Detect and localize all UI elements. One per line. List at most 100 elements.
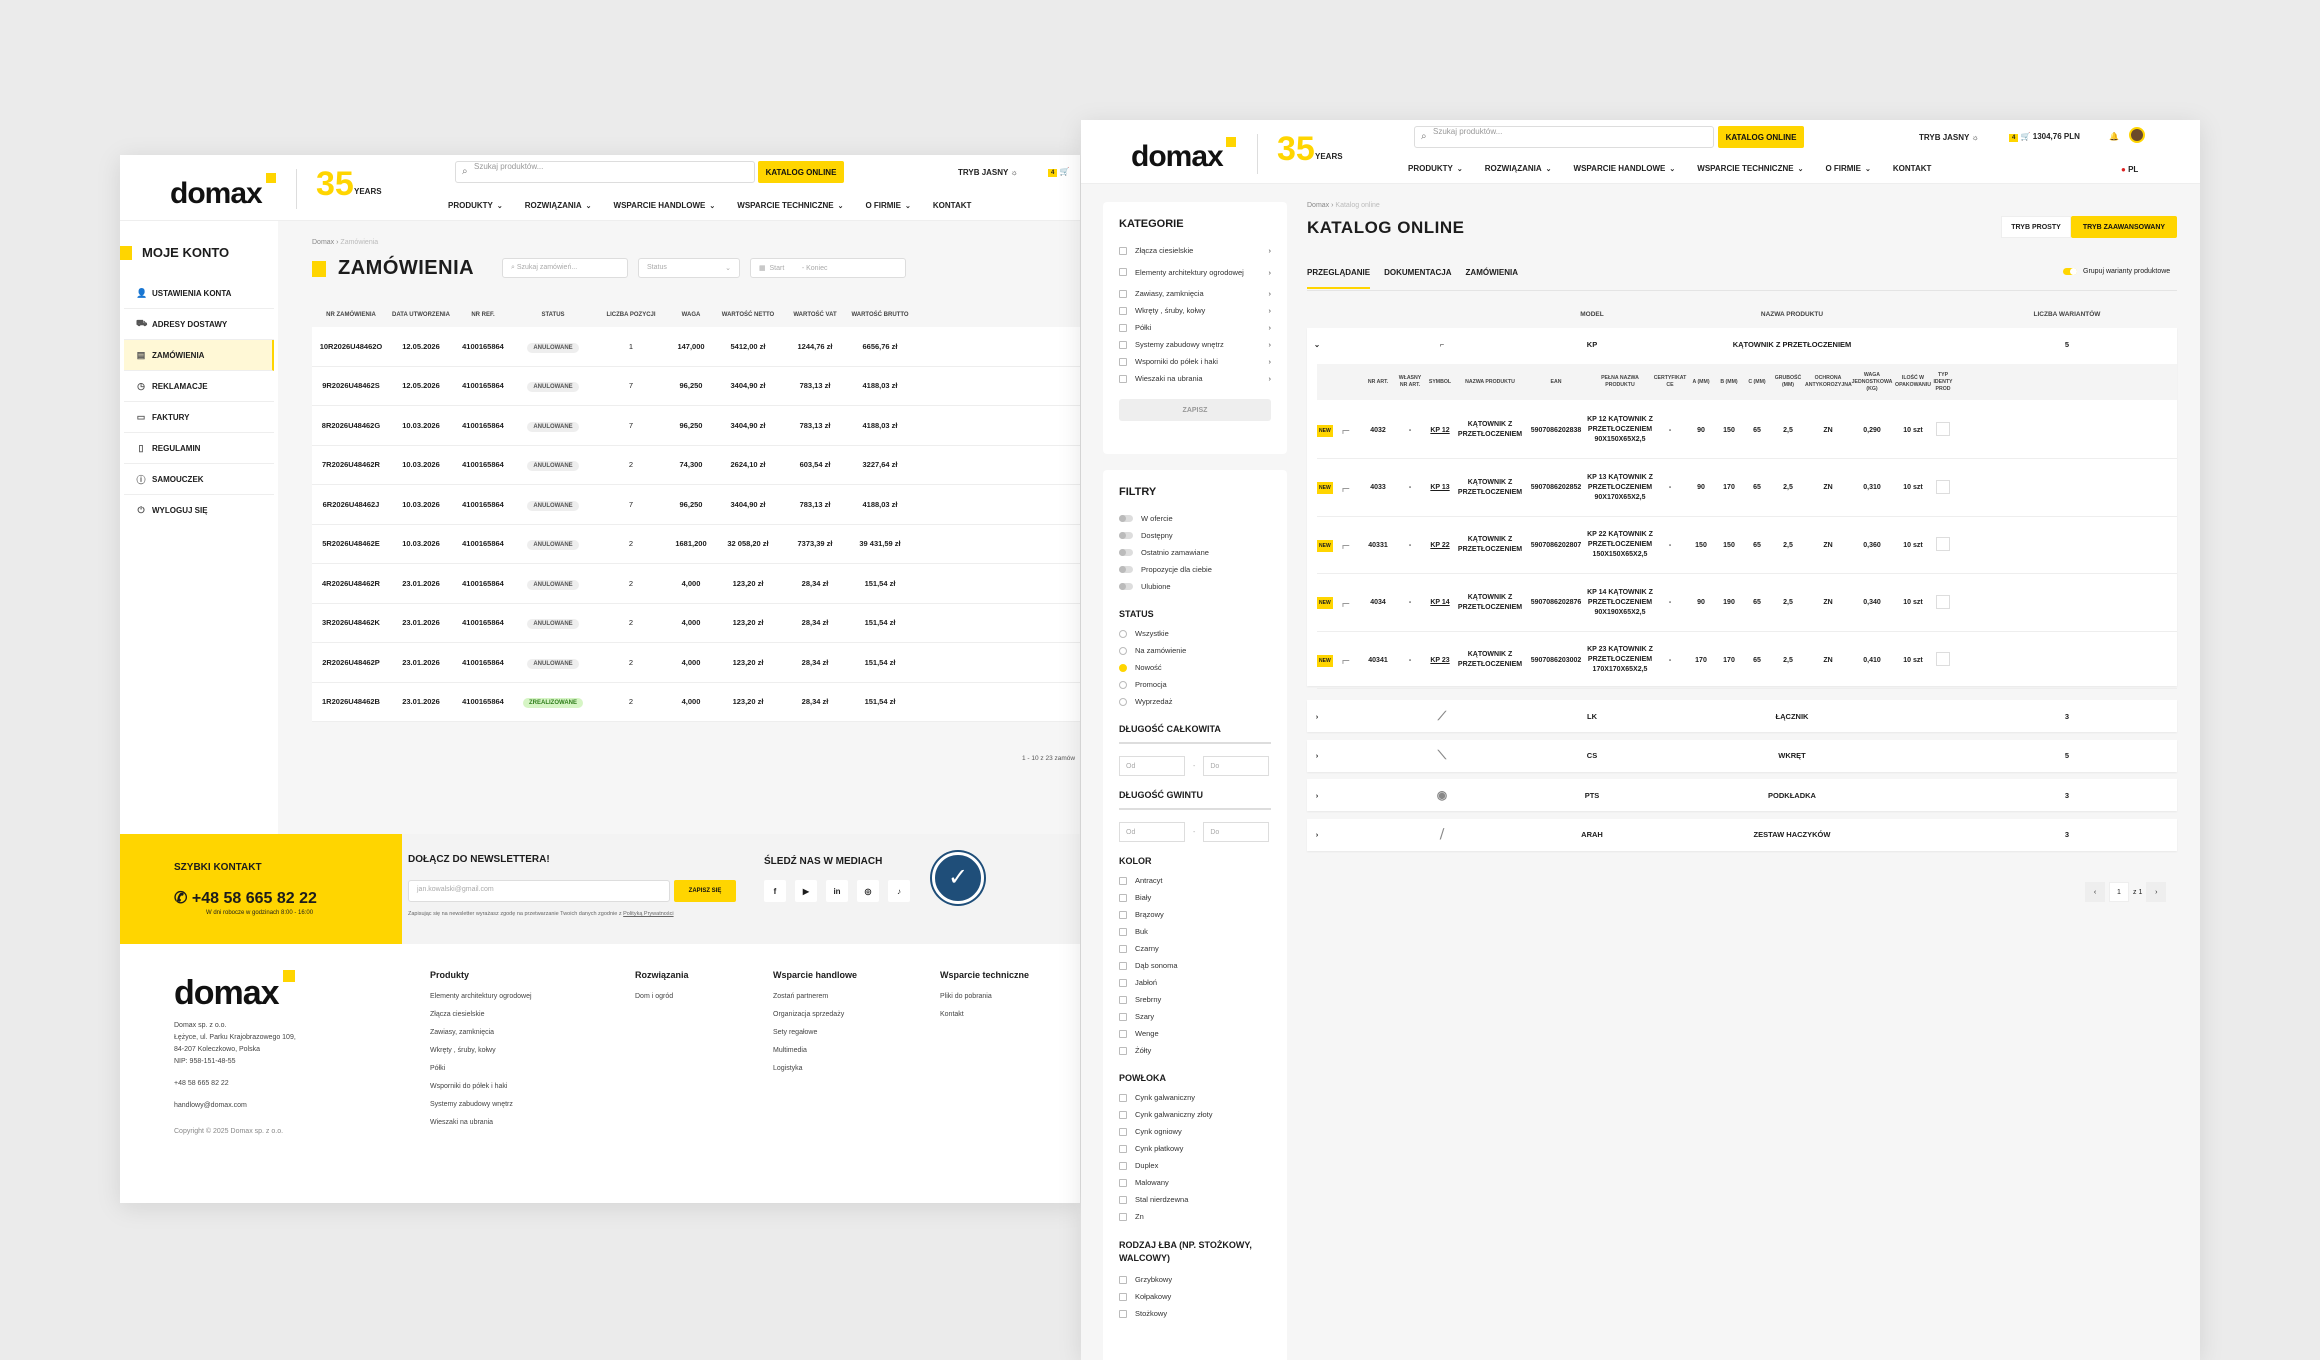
footer-link[interactable]: Organizacja sprzedaży <box>773 1006 857 1024</box>
chevron-right-icon[interactable]: › <box>1307 791 1327 800</box>
search-input[interactable]: Szukaj produktów... <box>1414 126 1714 148</box>
phone-link[interactable]: ✆ +48 58 665 82 22 <box>174 888 317 908</box>
checkbox[interactable] <box>1119 893 1127 902</box>
checkbox[interactable] <box>1119 961 1127 970</box>
nav-kontakt[interactable]: KONTAKT <box>933 201 972 210</box>
group-row[interactable]: › ⟍ CS WKRĘT 5 <box>1307 739 2177 772</box>
checkbox[interactable] <box>1119 306 1127 315</box>
filter-option[interactable]: Srebrny <box>1119 991 1271 1008</box>
thread-from-input[interactable]: Od <box>1119 822 1185 842</box>
checkbox[interactable] <box>1119 1093 1127 1102</box>
radio[interactable] <box>1119 680 1127 689</box>
category-item[interactable]: Wkręty , śruby, kołwy › <box>1119 302 1271 319</box>
filter-option[interactable]: Nowość <box>1119 659 1271 676</box>
theme-toggle[interactable]: TRYB JASNY ☼ <box>1919 133 1979 142</box>
radio[interactable] <box>1119 697 1127 706</box>
table-cell[interactable]: KP 14 <box>1425 599 1455 606</box>
linkedin-icon[interactable]: in <box>826 880 848 902</box>
footer-link[interactable]: Logistyka <box>773 1060 857 1078</box>
table-row[interactable]: 2R2026U48462P 23.01.2026 4100165864 ANULOWA… <box>312 643 1080 683</box>
column-header[interactable]: TYP IDENTY PROD <box>1933 372 1953 393</box>
filter-option[interactable]: Stal nierdzewna <box>1119 1191 1271 1208</box>
newsletter-email-input[interactable]: jan.kowalski@gmail.com <box>408 880 670 902</box>
footer-link[interactable]: Pliki do pobrania <box>940 988 1029 1006</box>
checkbox[interactable] <box>1119 944 1127 953</box>
radio[interactable] <box>1119 646 1127 655</box>
sidebar-item-complaints[interactable]: ◷ REKLAMACJE <box>124 371 274 402</box>
nav-rozwiazania[interactable]: ROZWIĄZANIA ⌄ <box>1485 164 1552 173</box>
footer-link[interactable]: Multimedia <box>773 1042 857 1060</box>
column-header[interactable]: SYMBOL <box>1425 379 1455 386</box>
table-row[interactable]: 3R2026U48462K 23.01.2026 4100165864 ANULOWA… <box>312 603 1080 643</box>
footer-link[interactable]: Systemy zabudowy wnętrz <box>430 1096 532 1114</box>
checkbox[interactable] <box>1119 1195 1127 1204</box>
nav-o-firmie[interactable]: O FIRMIE ⌄ <box>1825 164 1870 173</box>
filter-option[interactable]: Promocja <box>1119 676 1271 693</box>
column-header[interactable]: WAGA <box>670 312 712 318</box>
category-item[interactable]: Wsporniki do półek i haki › <box>1119 353 1271 370</box>
facebook-icon[interactable]: f <box>764 880 786 902</box>
filter-option[interactable]: Stożkowy <box>1119 1305 1271 1322</box>
nav-rozwiazania[interactable]: ROZWIĄZANIA ⌄ <box>525 201 592 210</box>
filter-option[interactable]: Dąb sonoma <box>1119 957 1271 974</box>
bell-icon[interactable]: 🔔 <box>2109 132 2119 141</box>
filter-option[interactable]: Kołpakowy <box>1119 1288 1271 1305</box>
table-row[interactable]: 10R2026U48462O 12.05.2026 4100165864 ANULOW… <box>312 327 1080 367</box>
column-header[interactable]: NAZWA PRODUKTU <box>1455 379 1525 386</box>
radio[interactable] <box>1119 663 1127 672</box>
group-variants-toggle[interactable]: Grupuj warianty produktowe <box>2063 268 2170 275</box>
filter-option[interactable]: Cynk galwaniczny złoty <box>1119 1106 1271 1123</box>
filter-option[interactable]: Grzybkowy <box>1119 1271 1271 1288</box>
filter-option[interactable]: Cynk ogniowy <box>1119 1123 1271 1140</box>
variant-row[interactable]: NEW ⌐ 40341- KP 23 KĄTOWNIK Z PRZETŁOCZENIEM… <box>1317 632 2177 689</box>
toggle-switch[interactable] <box>1119 583 1133 590</box>
footer-link[interactable]: Wieszaki na ubrania <box>430 1114 532 1132</box>
footer-link[interactable]: Elementy architektury ogrodowej <box>430 988 532 1006</box>
save-categories-button[interactable]: ZAPISZ <box>1119 399 1271 421</box>
language-selector[interactable]: ● PL <box>2121 165 2138 174</box>
category-item[interactable]: Półki › <box>1119 319 1271 336</box>
category-item[interactable]: Elementy architektury ogrodowej › <box>1119 259 1271 285</box>
chevron-right-icon[interactable]: › <box>1269 323 1272 332</box>
tab-browse[interactable]: PRZEGLĄDANIE <box>1307 268 1371 289</box>
filter-option[interactable]: Na zamówienie <box>1119 642 1271 659</box>
table-row[interactable]: 7R2026U48462R 10.03.2026 4100165864 ANULOWA… <box>312 445 1080 485</box>
logo[interactable]: domax <box>170 173 276 211</box>
breadcrumb-home[interactable]: Domax <box>1307 202 1329 209</box>
filter-option[interactable]: Ostatnio zamawiane <box>1119 544 1271 561</box>
footer-link[interactable]: Kontakt <box>940 1006 1029 1024</box>
table-row[interactable]: 6R2026U48462J 10.03.2026 4100165864 ANULOWA… <box>312 485 1080 525</box>
toggle-switch[interactable] <box>1119 549 1133 556</box>
filter-option[interactable]: W ofercie <box>1119 510 1271 527</box>
column-header[interactable]: NR REF. <box>452 312 514 318</box>
thread-to-input[interactable]: Do <box>1203 822 1270 842</box>
checkbox[interactable] <box>1119 1309 1127 1318</box>
checkbox[interactable] <box>1119 340 1127 349</box>
nav-wsparcie-handlowe[interactable]: WSPARCIE HANDLOWE ⌄ <box>1574 164 1676 173</box>
column-header[interactable]: WAGA JEDNOSTKOWA (KG) <box>1851 372 1893 393</box>
checkbox[interactable] <box>1119 1275 1127 1284</box>
toggle-switch[interactable] <box>1119 532 1133 539</box>
toggle-switch[interactable] <box>1119 566 1133 573</box>
footer-link[interactable]: Sety regałowe <box>773 1024 857 1042</box>
checkbox[interactable] <box>1119 357 1127 366</box>
instagram-icon[interactable]: ◎ <box>857 880 879 902</box>
variant-row[interactable]: NEW ⌐ 4033- KP 13 KĄTOWNIK Z PRZETŁOCZENIEM 5… <box>1317 460 2177 517</box>
page-input[interactable]: 1 <box>2109 882 2129 902</box>
chevron-right-icon[interactable]: › <box>1269 340 1272 349</box>
sidebar-item-terms[interactable]: ▯ REGULAMIN <box>124 433 274 464</box>
sidebar-item-addresses[interactable]: ⛟ ADRESY DOSTAWY <box>124 309 274 340</box>
column-header[interactable]: GRUBOŚĆ (MM) <box>1771 375 1805 389</box>
group-row[interactable]: › ◉ PTS PODKŁADKA 3 <box>1307 779 2177 811</box>
checkbox[interactable] <box>1119 268 1127 276</box>
catalog-online-button[interactable]: KATALOG ONLINE <box>758 161 844 183</box>
chevron-right-icon[interactable]: › <box>1307 830 1327 839</box>
filter-option[interactable]: Dostępny <box>1119 527 1271 544</box>
category-item[interactable]: Zawiasy, zamknięcia › <box>1119 285 1271 302</box>
group-row-kp[interactable]: ⌄ ⌐ KP KĄTOWNIK Z PRZETŁOCZENIEM 5 <box>1307 328 2177 360</box>
checkbox[interactable] <box>1119 1046 1127 1055</box>
qty-input[interactable] <box>1936 479 1950 494</box>
column-header[interactable]: B (MM) <box>1715 379 1743 386</box>
table-row[interactable]: 1R2026U48462B 23.01.2026 4100165864 ZREALIZ… <box>312 682 1080 722</box>
column-header[interactable]: DATA UTWORZENIA <box>390 312 452 318</box>
